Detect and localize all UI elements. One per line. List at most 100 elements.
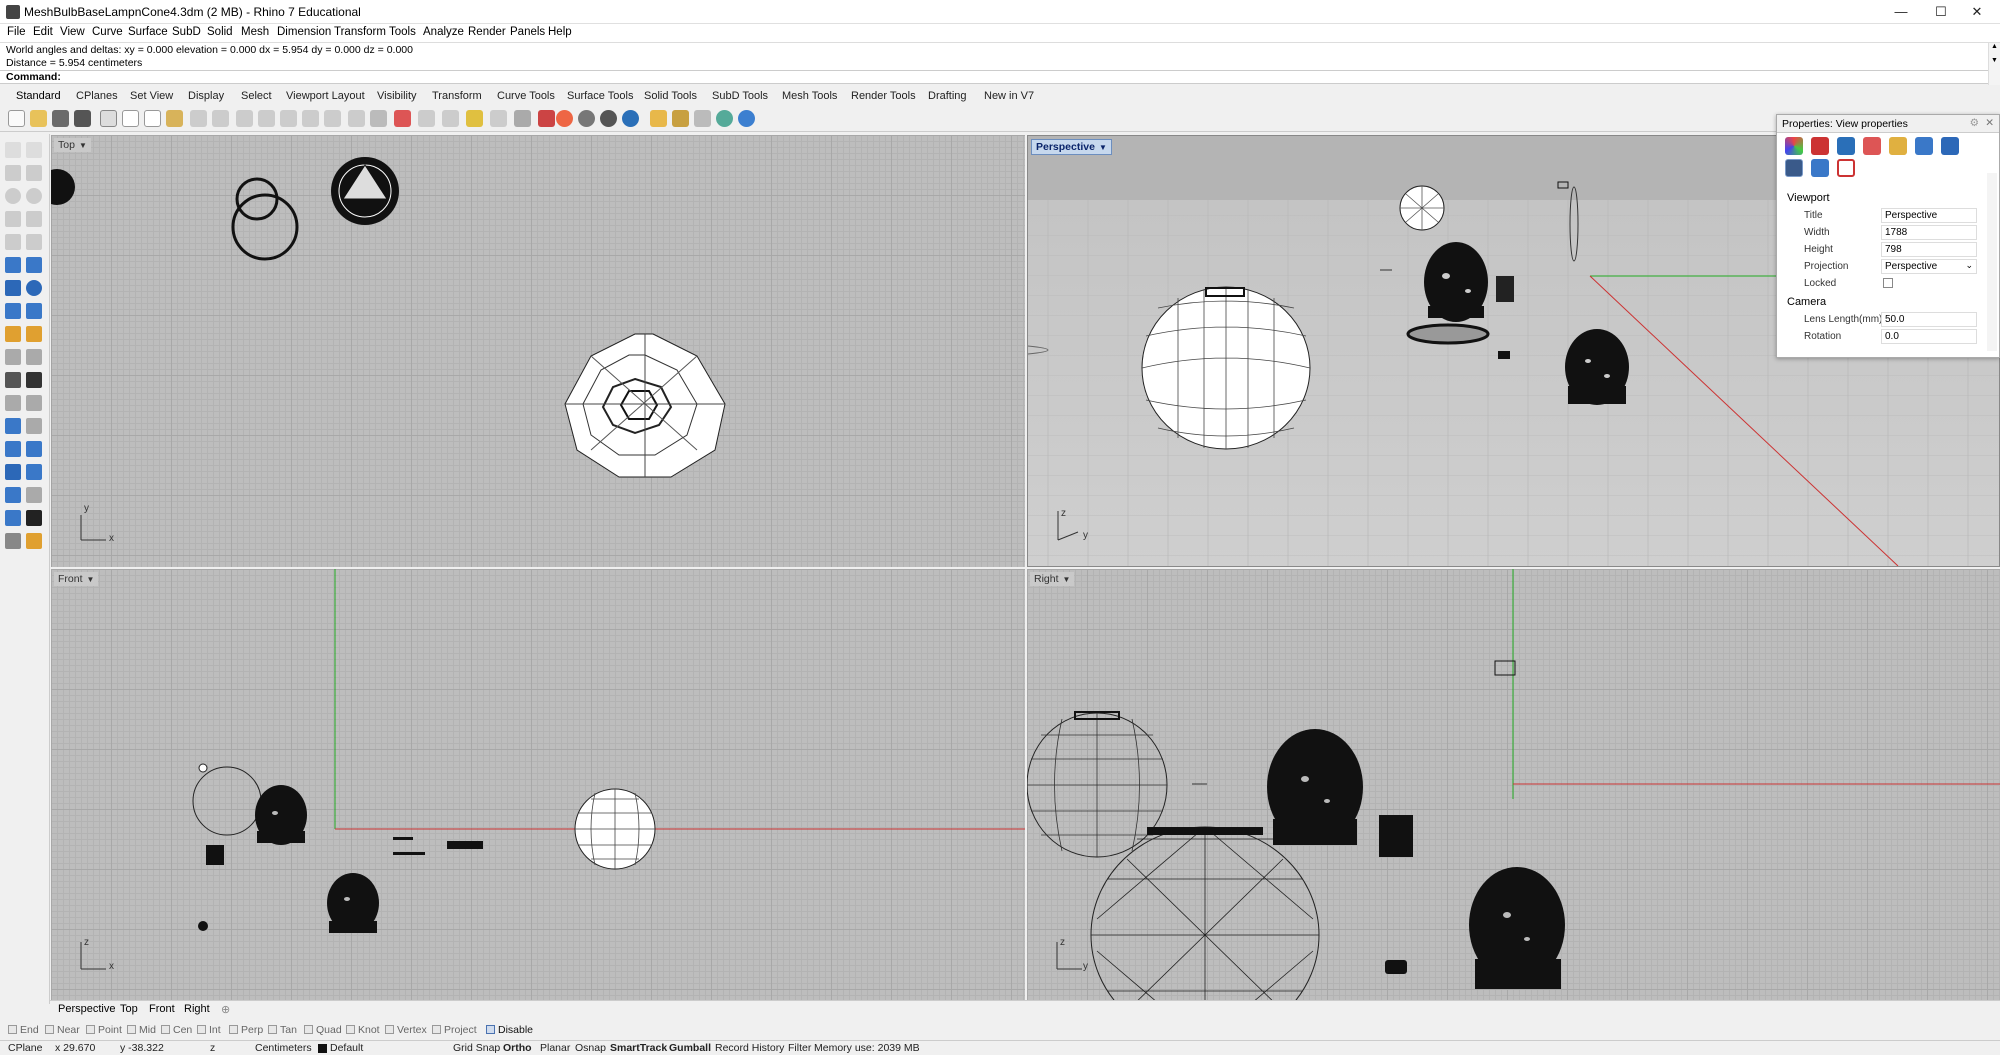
folder-icon[interactable] — [1889, 137, 1907, 155]
open-file-icon[interactable] — [30, 110, 47, 127]
surface-icon[interactable] — [5, 257, 21, 273]
viewport-front[interactable]: Front ▼ z x — [51, 569, 1025, 1000]
grid-snap-icon[interactable] — [694, 110, 711, 127]
menu-edit[interactable]: Edit — [33, 26, 53, 38]
cplane-status[interactable]: CPlane — [8, 1042, 42, 1054]
tab-subd-tools[interactable]: SubD Tools — [712, 90, 768, 102]
box-icon[interactable] — [5, 280, 21, 296]
command-scrollbar[interactable]: ▲ ▼ — [1988, 43, 2000, 85]
osnap-disable[interactable]: Disable — [486, 1024, 533, 1036]
curve-icon[interactable] — [26, 165, 42, 181]
select-arrow-icon[interactable] — [5, 142, 21, 158]
menu-help[interactable]: Help — [548, 26, 572, 38]
lens-length-field[interactable]: 50.0 — [1881, 312, 1977, 327]
paste-icon[interactable] — [166, 110, 183, 127]
vp-tab-top[interactable]: Top — [120, 1003, 138, 1015]
point-icon[interactable] — [26, 142, 42, 158]
hide-icon[interactable] — [490, 110, 507, 127]
osnap-int[interactable]: Int — [197, 1024, 221, 1036]
planar-toggle[interactable]: Planar — [540, 1042, 570, 1054]
bell-icon[interactable] — [1941, 137, 1959, 155]
join-icon[interactable] — [26, 372, 42, 388]
solid-tools-icon[interactable] — [26, 303, 42, 319]
analyze-icon[interactable] — [26, 487, 42, 503]
layer-status[interactable]: Default — [330, 1042, 363, 1054]
close-icon[interactable]: ✕ — [1985, 117, 1994, 129]
osnap-end[interactable]: End — [8, 1024, 39, 1036]
options-icon[interactable] — [672, 110, 689, 127]
move-icon[interactable] — [442, 110, 459, 127]
rendered-sphere-icon[interactable] — [600, 110, 617, 127]
checkmark-icon[interactable] — [26, 510, 42, 526]
trim-icon[interactable] — [5, 395, 21, 411]
viewport-label-front[interactable]: Front ▼ — [54, 572, 99, 586]
menu-mesh[interactable]: Mesh — [241, 26, 269, 38]
osnap-mid[interactable]: Mid — [127, 1024, 156, 1036]
sphere-icon[interactable] — [26, 280, 42, 296]
help-icon[interactable] — [738, 110, 755, 127]
import-icon[interactable] — [100, 110, 117, 127]
mesh-icon[interactable] — [5, 326, 21, 342]
save-icon[interactable] — [52, 110, 69, 127]
split-icon[interactable] — [26, 395, 42, 411]
viewport-right[interactable]: Right ▼ z y — [1027, 569, 2000, 1000]
cylinder-icon[interactable] — [5, 303, 21, 319]
cut-icon[interactable] — [122, 110, 139, 127]
group-icon[interactable] — [5, 464, 21, 480]
polygon-icon[interactable] — [5, 211, 21, 227]
ellipse-icon[interactable] — [26, 188, 42, 204]
smarttrack-toggle[interactable]: SmartTrack — [610, 1042, 667, 1054]
vp-tab-perspective[interactable]: Perspective — [58, 1003, 115, 1015]
vp-tab-right[interactable]: Right — [184, 1003, 210, 1015]
height-field[interactable]: 798 — [1881, 242, 1977, 257]
tab-select[interactable]: Select — [241, 90, 272, 102]
viewport-label-perspective[interactable]: Perspective ▼ — [1031, 139, 1112, 155]
title-field[interactable]: Perspective — [1881, 208, 1977, 223]
extrude-icon[interactable] — [26, 257, 42, 273]
undo-icon[interactable] — [190, 110, 207, 127]
grid-snap-toggle[interactable]: Grid Snap — [453, 1042, 500, 1054]
tab-standard[interactable]: Standard — [16, 90, 61, 102]
osnap-vertex[interactable]: Vertex — [385, 1024, 427, 1036]
osnap-cen[interactable]: Cen — [161, 1024, 192, 1036]
zoom-icon[interactable] — [258, 110, 275, 127]
properties-scrollbar[interactable] — [1987, 173, 1997, 351]
gumball-toggle[interactable]: Gumball — [669, 1042, 711, 1054]
osnap-knot[interactable]: Knot — [346, 1024, 380, 1036]
osnap-perp[interactable]: Perp — [229, 1024, 263, 1036]
menu-transform[interactable]: Transform — [334, 26, 386, 38]
tab-mesh-tools[interactable]: Mesh Tools — [782, 90, 837, 102]
orient-icon[interactable] — [26, 464, 42, 480]
tab-solid-tools[interactable]: Solid Tools — [644, 90, 697, 102]
zoom-window-icon[interactable] — [280, 110, 297, 127]
boolean-icon[interactable] — [5, 372, 21, 388]
tab-surface-tools[interactable]: Surface Tools — [567, 90, 633, 102]
locked-checkbox[interactable] — [1883, 278, 1893, 288]
add-tab-icon[interactable]: ⊕ — [221, 1003, 230, 1016]
menu-solid[interactable]: Solid — [207, 26, 233, 38]
world-icon[interactable] — [716, 110, 733, 127]
color-wheel-icon[interactable] — [556, 110, 573, 127]
menu-dimension[interactable]: Dimension — [277, 26, 331, 38]
rectangle-icon[interactable] — [26, 211, 42, 227]
zoom-extents-icon[interactable] — [302, 110, 319, 127]
projection-select[interactable]: Perspective ⌄ — [1881, 259, 1977, 274]
vp-tab-front[interactable]: Front — [149, 1003, 175, 1015]
light-icon[interactable] — [650, 110, 667, 127]
menu-surface[interactable]: Surface — [128, 26, 168, 38]
tab-cplanes[interactable]: CPlanes — [76, 90, 118, 102]
units-status[interactable]: Centimeters — [255, 1042, 312, 1054]
image-icon[interactable] — [1915, 137, 1933, 155]
rotation-field[interactable]: 0.0 — [1881, 329, 1977, 344]
text-icon[interactable] — [26, 349, 42, 365]
subd-icon[interactable] — [26, 326, 42, 342]
lock-icon[interactable] — [514, 110, 531, 127]
width-field[interactable]: 1788 — [1881, 225, 1977, 240]
osnap-quad[interactable]: Quad — [304, 1024, 342, 1036]
close-button[interactable]: ✕ — [1954, 0, 2000, 24]
block-icon[interactable] — [5, 510, 21, 526]
camera-icon[interactable] — [1785, 159, 1803, 177]
osnap-toggle[interactable]: Osnap — [575, 1042, 606, 1054]
tab-new-in-v7[interactable]: New in V7 — [984, 90, 1034, 102]
tab-visibility[interactable]: Visibility — [377, 90, 417, 102]
